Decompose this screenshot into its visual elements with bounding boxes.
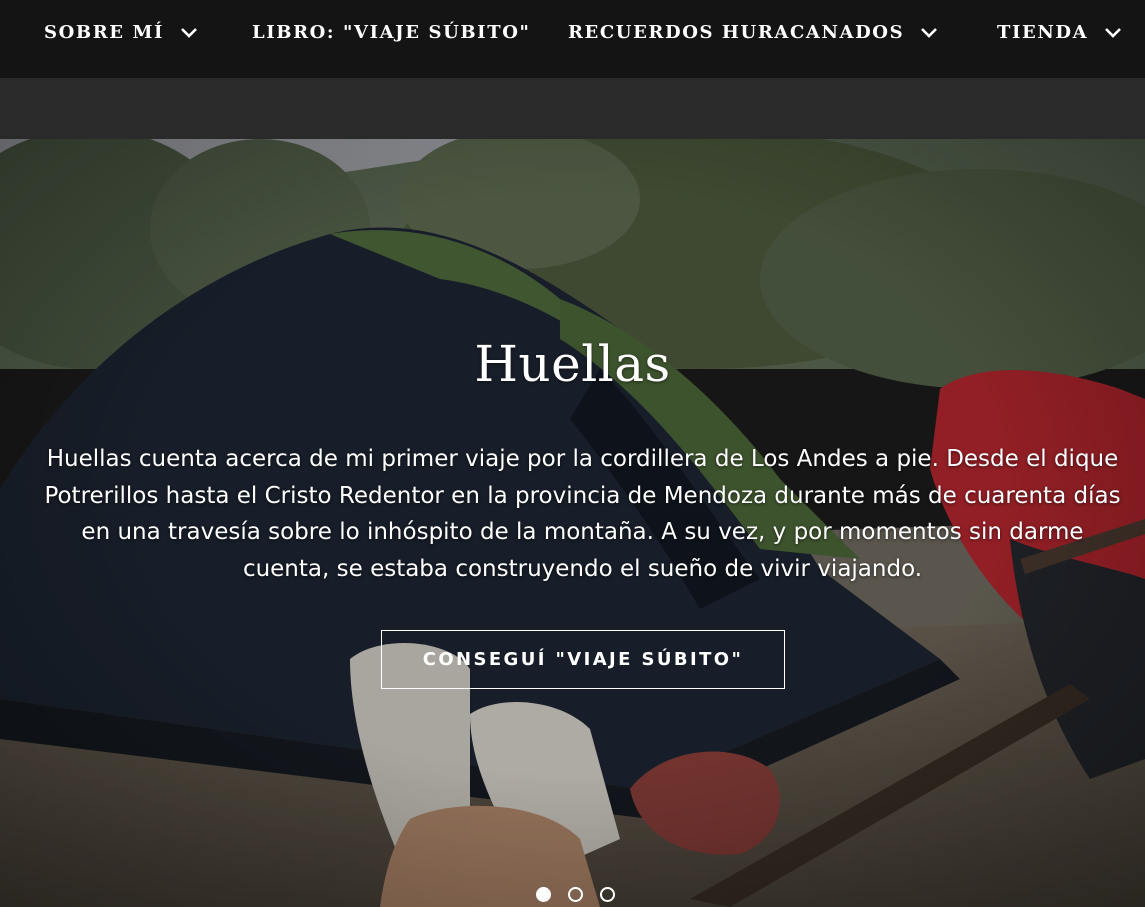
nav-item-label: TIENDA (997, 21, 1089, 43)
hero-description: Huellas cuenta acerca de mi primer viaje… (44, 446, 1121, 582)
cta-button-conseguir-viaje-subito[interactable]: CONSEGUÍ "VIAJE SÚBITO" (381, 630, 785, 689)
chevron-down-icon (920, 27, 938, 38)
nav-item-label: SOBRE MÍ (44, 21, 164, 43)
secondary-bar (0, 78, 1145, 139)
nav-item-label: LIBRO: "VIAJE SÚBITO" (252, 21, 531, 43)
nav-item-label: RECUERDOS HURACANADOS (568, 21, 905, 43)
hero-slider: Huellas Huellas cuenta acerca de mi prim… (0, 139, 1145, 907)
nav-item-libro[interactable]: LIBRO: "VIAJE SÚBITO" (252, 0, 530, 64)
nav-item-recuerdos[interactable]: RECUERDOS HURACANADOS (568, 0, 938, 64)
nav-item-sobre-mi[interactable]: SOBRE MÍ (44, 0, 198, 64)
slider-dot-1[interactable] (536, 887, 551, 902)
slider-pagination (536, 887, 615, 902)
nav-item-tienda[interactable]: TIENDA (997, 0, 1122, 64)
chevron-down-icon (1104, 27, 1122, 38)
slider-dot-2[interactable] (568, 887, 583, 902)
top-navigation: SOBRE MÍ LIBRO: "VIAJE SÚBITO" RECUERDOS… (0, 0, 1145, 78)
chevron-down-icon (180, 27, 198, 38)
hero-title: Huellas (474, 335, 671, 393)
slider-dot-3[interactable] (600, 887, 615, 902)
